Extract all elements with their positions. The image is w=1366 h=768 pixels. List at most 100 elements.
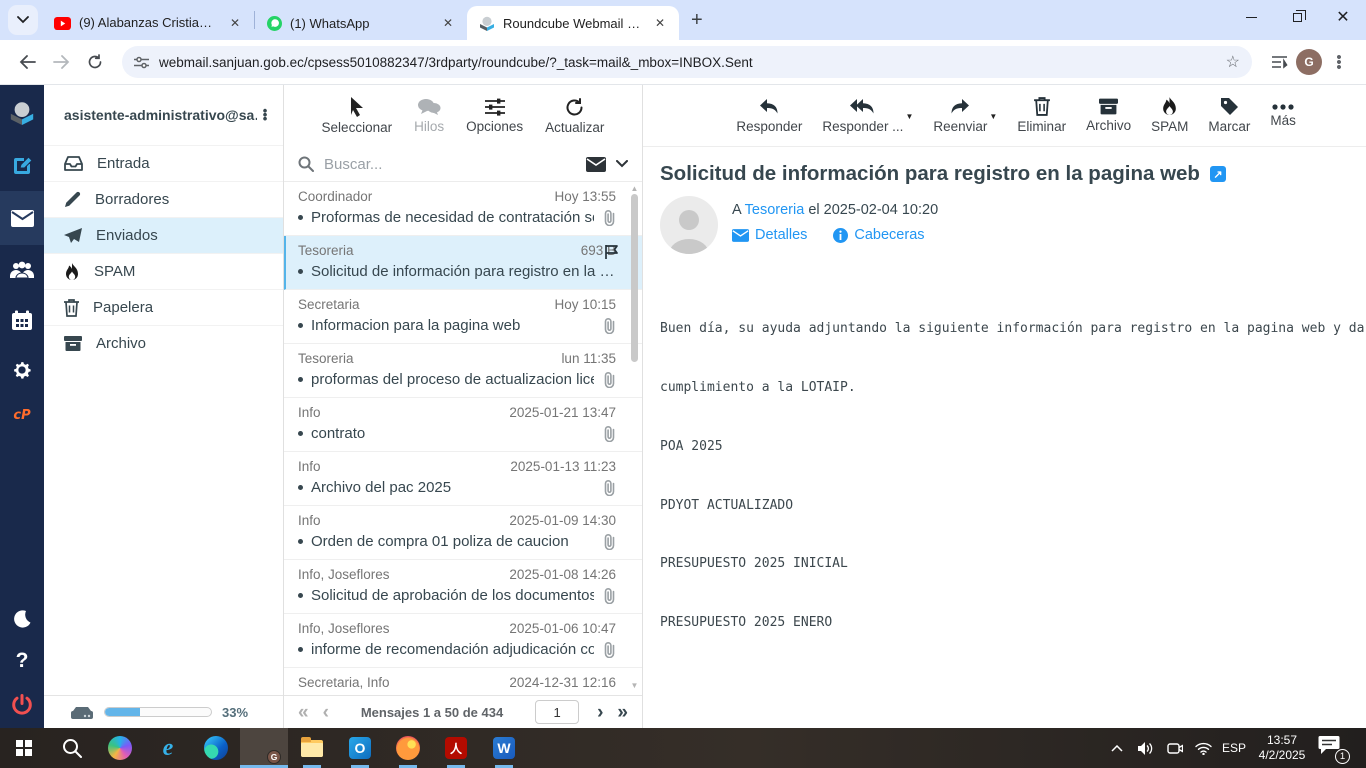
nav-calendar-button[interactable] [0, 295, 44, 345]
scroll-thumb[interactable] [631, 194, 638, 362]
folder-spam[interactable]: SPAM [44, 253, 283, 289]
tab-search-button[interactable] [8, 5, 38, 35]
message-row[interactable]: CoordinadorHoy 13:55 Proformas de necesi… [284, 182, 642, 236]
minimize-button[interactable] [1228, 0, 1274, 34]
more-button[interactable]: Más [1270, 104, 1296, 128]
pagination-bar: « ‹ Mensajes 1 a 50 de 434 › » [284, 695, 642, 728]
acrobat-button[interactable]: 人 [432, 728, 480, 768]
refresh-icon [87, 54, 103, 70]
message-row[interactable]: Tesorerialun 11:35 proformas del proceso… [284, 344, 642, 398]
profile-avatar[interactable]: G [1296, 49, 1322, 75]
info-icon [833, 228, 848, 243]
close-window-button[interactable]: ✕ [1320, 0, 1366, 34]
prev-page-button[interactable]: ‹ [323, 703, 329, 722]
nav-contacts-button[interactable] [0, 245, 44, 295]
message-row[interactable]: Info, Joseflores2025-01-06 10:47 informe… [284, 614, 642, 668]
last-page-button[interactable]: » [617, 703, 628, 722]
roundcube-logo [0, 85, 44, 141]
dark-mode-button[interactable] [0, 598, 44, 640]
folder-papelera[interactable]: Papelera [44, 289, 283, 325]
logout-button[interactable] [0, 682, 44, 728]
search-scope-mail-icon[interactable] [586, 157, 606, 172]
delete-button[interactable]: Eliminar [1017, 97, 1066, 134]
recipient-link[interactable]: Tesoreria [745, 202, 805, 218]
nav-mail-button[interactable] [0, 191, 44, 245]
edge-button[interactable] [192, 728, 240, 768]
folder-options-button[interactable]: ••• [257, 109, 273, 121]
language-indicator[interactable]: ESP [1222, 741, 1246, 755]
firefox-button[interactable] [384, 728, 432, 768]
message-row[interactable]: SecretariaHoy 10:15 Informacion para la … [284, 290, 642, 344]
word-button[interactable]: W [480, 728, 528, 768]
mark-button[interactable]: Marcar [1208, 97, 1250, 134]
cpanel-link[interactable]: cP [0, 395, 44, 435]
scroll-up-icon[interactable]: ▲ [629, 184, 640, 193]
restore-button[interactable] [1274, 0, 1320, 34]
headers-toggle[interactable]: Cabeceras [833, 227, 924, 243]
side-panel-button[interactable] [1262, 45, 1296, 79]
volume-button[interactable] [1135, 742, 1157, 755]
close-icon[interactable]: ✕ [226, 14, 244, 32]
notification-center-button[interactable]: 1 [1318, 735, 1348, 761]
list-scrollbar[interactable]: ▲ ▼ [629, 184, 640, 690]
spam-button[interactable]: SPAM [1151, 97, 1188, 134]
forward-button[interactable]: Reenviar [933, 98, 987, 134]
close-icon[interactable]: ✕ [439, 14, 457, 32]
message-row[interactable]: Info, Joseflores2025-01-08 14:26 Solicit… [284, 560, 642, 614]
select-button[interactable]: Seleccionar [322, 97, 393, 135]
copilot-button[interactable] [96, 728, 144, 768]
wifi-button[interactable] [1193, 742, 1215, 755]
refresh-list-button[interactable]: Actualizar [545, 98, 604, 135]
chrome-button[interactable]: G [240, 728, 288, 768]
next-page-button[interactable]: › [597, 703, 603, 722]
folder-enviados[interactable]: Enviados [44, 217, 283, 253]
help-button[interactable]: ? [0, 640, 44, 682]
folder-borradores[interactable]: Borradores [44, 181, 283, 217]
site-settings-icon [134, 56, 149, 69]
message-row-selected[interactable]: Tesoreria693 B Solicitud de información … [284, 236, 642, 290]
details-toggle[interactable]: Detalles [732, 227, 807, 243]
start-button[interactable] [0, 728, 48, 768]
forward-dropdown-icon[interactable]: ▼ [989, 112, 997, 121]
url-bar[interactable]: webmail.sanjuan.gob.ec/cpsess5010882347/… [122, 46, 1252, 78]
scroll-down-icon[interactable]: ▼ [629, 681, 640, 690]
page-input[interactable] [535, 700, 579, 724]
clock[interactable]: 13:57 4/2/2025 [1253, 733, 1311, 763]
nav-settings-button[interactable] [0, 345, 44, 395]
new-tab-button[interactable]: + [679, 9, 715, 32]
search-input[interactable] [324, 156, 576, 173]
folder-archivo[interactable]: Archivo [44, 325, 283, 361]
options-button[interactable]: Opciones [466, 98, 523, 134]
threads-button[interactable]: Hilos [414, 98, 444, 134]
folder-label: Entrada [97, 155, 150, 172]
forward-button[interactable] [44, 45, 78, 79]
search-options-chevron-icon[interactable] [616, 160, 628, 168]
close-icon[interactable]: ✕ [651, 14, 669, 32]
tray-expand-button[interactable] [1106, 745, 1128, 752]
back-button[interactable] [10, 45, 44, 79]
flag-icon[interactable] [604, 244, 620, 260]
compose-button[interactable] [0, 141, 44, 191]
taskbar-search-button[interactable] [48, 728, 96, 768]
reply-all-button[interactable]: Responder ... [822, 98, 903, 134]
open-in-new-window-icon[interactable]: ↗ [1210, 166, 1226, 182]
outlook-button[interactable]: O [336, 728, 384, 768]
bookmark-star-icon[interactable]: ☆ [1226, 52, 1240, 72]
meet-now-button[interactable] [1164, 742, 1186, 755]
archive-button[interactable]: Archivo [1086, 98, 1131, 133]
tab-roundcube[interactable]: Roundcube Webmail :: Enviados ✕ [467, 6, 679, 40]
browser-menu-button[interactable]: ••• [1322, 45, 1356, 79]
first-page-button[interactable]: « [298, 703, 309, 722]
folder-entrada[interactable]: Entrada [44, 145, 283, 181]
message-row[interactable]: Info2025-01-21 13:47 contrato [284, 398, 642, 452]
refresh-button[interactable] [78, 45, 112, 79]
message-row[interactable]: Secretaria, Info2024-12-31 12:16 [284, 668, 642, 695]
message-row[interactable]: Info2025-01-09 14:30 Orden de compra 01 … [284, 506, 642, 560]
internet-explorer-button[interactable]: e [144, 728, 192, 768]
reply-button[interactable]: Responder [736, 98, 802, 134]
file-explorer-button[interactable] [288, 728, 336, 768]
message-row[interactable]: Info2025-01-13 11:23 Archivo del pac 202… [284, 452, 642, 506]
tab-whatsapp[interactable]: (1) WhatsApp ✕ [255, 6, 467, 40]
reply-all-dropdown-icon[interactable]: ▼ [905, 112, 913, 121]
tab-youtube[interactable]: (9) Alabanzas Cristianas 2025 🙏 ✕ [42, 6, 254, 40]
